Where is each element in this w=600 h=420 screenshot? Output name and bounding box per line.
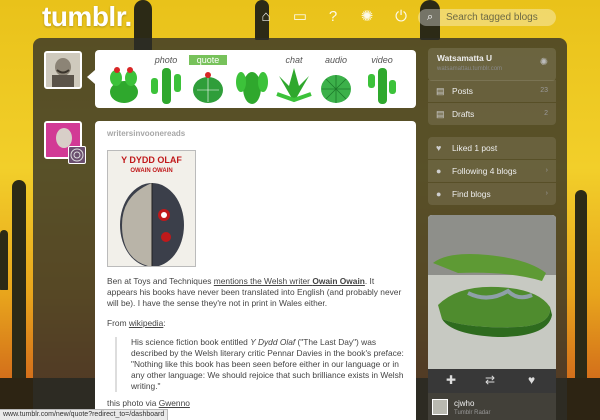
post-type-quote-cactus[interactable]: quote: [187, 52, 229, 106]
post-type-bar: photo quote chat audio video: [87, 50, 416, 108]
cactus-icon: [276, 68, 312, 103]
book-title: Y DYDD OLAF: [121, 155, 182, 165]
post-type-video-cactus[interactable]: video: [361, 52, 403, 106]
link-gwenno[interactable]: Gwenno: [159, 398, 190, 408]
quote-text: His science fiction book entitled: [131, 337, 251, 347]
sidebar-item-posts[interactable]: ▤ Posts 23: [428, 80, 556, 102]
link-owain-owain[interactable]: Owain Owain: [312, 276, 365, 286]
sidebar-item-label: Find blogs: [452, 189, 491, 199]
sidebar-username[interactable]: Watsamatta U: [437, 53, 492, 63]
help-icon[interactable]: ?: [324, 8, 342, 26]
home-icon[interactable]: ⌂: [257, 8, 275, 26]
book-author: OWAIN OWAIN: [130, 168, 173, 174]
search-placeholder: Search tagged blogs: [446, 12, 538, 23]
sidebar-user-block[interactable]: Watsamatta U watsamattau.tumblr.com ✺: [428, 48, 556, 81]
post-body: Ben at Toys and Techniques mentions the …: [107, 276, 404, 309]
cactus-icon: [236, 72, 268, 104]
user-icon: ●: [436, 166, 442, 176]
reblog-icon[interactable]: ⇄: [485, 373, 495, 387]
from-label: From: [107, 318, 129, 328]
quote-book-title: Y Dydd Olaf: [250, 337, 296, 347]
post-text: Ben at Toys and Techniques: [107, 276, 214, 286]
via-line: this photo via Gwenno: [107, 398, 404, 409]
from-line: From wikipedia:: [107, 318, 404, 329]
heart-icon: ♥: [436, 143, 442, 153]
post-type-text-cactus[interactable]: [103, 52, 145, 106]
sidebar-item-liked[interactable]: ♥ Liked 1 post: [428, 137, 556, 159]
heart-icon[interactable]: ♥: [528, 373, 535, 387]
chevron-right-icon: ›: [545, 167, 548, 174]
link-mentions[interactable]: mentions the Welsh writer: [214, 276, 313, 286]
document-icon: ▤: [436, 86, 445, 96]
via-label: this photo via: [107, 398, 159, 408]
radar-label: Tumblr Radar: [454, 410, 491, 416]
post-type-chat-cactus[interactable]: chat: [273, 52, 315, 106]
tumblr-logo[interactable]: tumblr.: [42, 1, 132, 33]
radar-actions: ✚ ⇄ ♥: [428, 369, 556, 393]
radar-user-avatar[interactable]: [432, 399, 448, 415]
sidebar-item-label: Posts: [452, 86, 473, 96]
cactus-icon: [193, 72, 223, 103]
settings-icon[interactable]: ✺: [358, 8, 376, 26]
cactus-icon: [110, 67, 138, 103]
post-card: writersinvoonereads Y DYDD OLAF OWAIN OW…: [95, 121, 416, 420]
blockquote: His science fiction book entitled Y Dydd…: [115, 337, 404, 392]
drafts-count: 2: [544, 110, 548, 117]
cactus-silhouette: [0, 230, 8, 290]
power-icon[interactable]: ⏻: [392, 8, 410, 26]
post-type-photo-cactus[interactable]: photo: [145, 52, 187, 106]
sidebar-item-label: Liked 1 post: [452, 143, 498, 153]
chevron-right-icon: ›: [545, 190, 548, 197]
cactus-icon: [321, 75, 351, 103]
add-icon[interactable]: ✚: [446, 373, 456, 387]
avatar[interactable]: [44, 51, 82, 89]
post-author[interactable]: writersinvoonereads: [107, 129, 404, 138]
from-colon: :: [163, 318, 166, 328]
radar-username[interactable]: cjwho: [454, 399, 474, 408]
sidebar-item-label: Drafts: [452, 109, 475, 119]
radar-user-row: cjwho Tumblr Radar: [428, 393, 556, 420]
document-icon: ▤: [436, 109, 445, 119]
search-input[interactable]: ⌕ Search tagged blogs: [418, 9, 556, 26]
post-type-audio-cactus[interactable]: audio: [315, 52, 357, 106]
search-icon: ⌕: [427, 11, 434, 23]
status-url: www.tumblr.com/new/quote?redirect_to=/da…: [3, 411, 165, 418]
sidebar-item-following[interactable]: ● Following 4 blogs ›: [428, 160, 556, 182]
sidebar-item-find-blogs[interactable]: ● Find blogs ›: [428, 183, 556, 205]
user-icon: ●: [436, 189, 442, 199]
posts-count: 23: [540, 87, 548, 94]
book-cover-image[interactable]: Y DYDD OLAF OWAIN OWAIN: [107, 150, 196, 267]
inbox-icon[interactable]: ▭: [291, 8, 309, 26]
link-wikipedia[interactable]: wikipedia: [129, 318, 163, 328]
cactus-icon: [151, 68, 181, 104]
header: tumblr. ⌂ ▭ ? ✺ ⏻ ⌕ Search tagged blogs: [0, 0, 600, 34]
sidebar-item-drafts[interactable]: ▤ Drafts 2: [428, 103, 556, 125]
cactus-icon: [368, 68, 396, 104]
post-type-link-cactus[interactable]: [231, 52, 273, 106]
gear-icon[interactable]: ✺: [540, 57, 548, 68]
radar-image[interactable]: [428, 215, 556, 393]
reblog-source-avatar[interactable]: [68, 146, 86, 164]
sidebar-item-label: Following 4 blogs: [452, 166, 517, 176]
browser-status-bar: www.tumblr.com/new/quote?redirect_to=/da…: [0, 409, 169, 420]
sidebar-user-url[interactable]: watsamattau.tumblr.com: [437, 66, 502, 72]
